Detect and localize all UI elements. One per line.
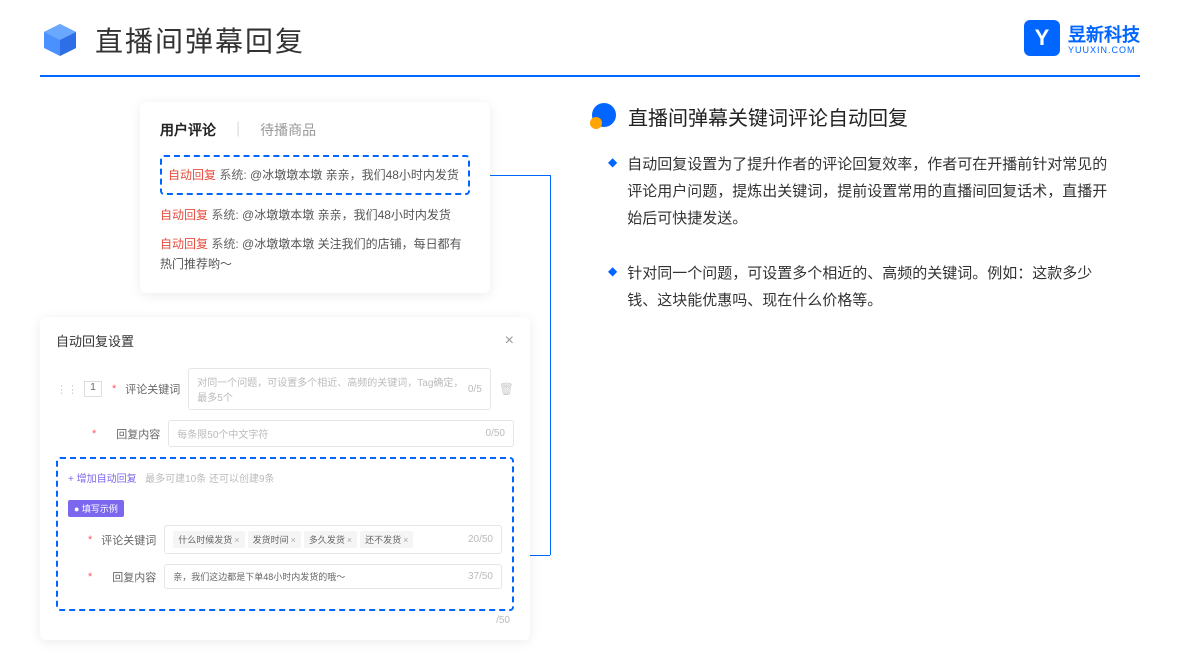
example-content-input[interactable]: 亲，我们这边都是下单48小时内发货的哦～ 37/50 xyxy=(164,564,502,589)
section-title: 直播间弹幕关键词评论自动回复 xyxy=(590,102,1110,131)
brand-logo: Y 昱新科技 YUUXIN.COM xyxy=(1024,20,1140,56)
keyword-input[interactable]: 对同一个问题，可设置多个相近、高频的关键词，Tag确定，最多5个 0/5 xyxy=(188,368,490,410)
diamond-icon: ◆ xyxy=(608,264,617,314)
auto-reply-tag: 自动回复 xyxy=(160,208,208,222)
content-input[interactable]: 每条限50个中文字符 0/50 xyxy=(168,420,514,447)
add-auto-reply-link[interactable]: + 增加自动回复 xyxy=(68,470,137,485)
comment-line: 自动回复 系统: @冰墩墩本墩 亲亲，我们48小时内发货 xyxy=(168,165,462,185)
highlighted-auto-reply: 自动回复 系统: @冰墩墩本墩 亲亲，我们48小时内发货 xyxy=(160,155,470,195)
brand-name: 昱新科技 xyxy=(1068,25,1140,45)
content-row: * 回复内容 每条限50个中文字符 0/50 xyxy=(56,420,514,447)
tab-user-comments[interactable]: 用户评论 xyxy=(160,120,216,140)
comment-panel: 用户评论 | 待播商品 自动回复 系统: @冰墩墩本墩 亲亲，我们48小时内发货… xyxy=(140,102,490,293)
brand-icon: Y xyxy=(1024,20,1060,56)
section-icon xyxy=(590,103,618,131)
tag-chip[interactable]: 什么时候发货× xyxy=(173,531,244,548)
comment-line: 自动回复 系统: @冰墩墩本墩 关注我们的店铺，每日都有热门推荐哟～ xyxy=(160,234,470,275)
auto-reply-tag: 自动回复 xyxy=(160,237,208,251)
tag-chip[interactable]: 发货时间× xyxy=(248,531,301,548)
settings-title: 自动回复设置 xyxy=(56,331,134,350)
right-panel: 直播间弹幕关键词评论自动回复 ◆ 自动回复设置为了提升作者的评论回复效率，作者可… xyxy=(550,102,1110,342)
connector-line xyxy=(490,175,550,176)
brand-url: YUUXIN.COM xyxy=(1068,45,1140,55)
tab-pending-products[interactable]: 待播商品 xyxy=(260,120,316,140)
left-panel: 用户评论 | 待播商品 自动回复 系统: @冰墩墩本墩 亲亲，我们48小时内发货… xyxy=(40,102,550,342)
delete-icon[interactable]: 🗑 xyxy=(499,382,514,396)
comment-tabs: 用户评论 | 待播商品 xyxy=(160,120,470,140)
tag-chip[interactable]: 多久发货× xyxy=(304,531,357,548)
content-label: 回复内容 xyxy=(100,426,160,442)
drag-icon[interactable]: ⋮⋮ xyxy=(56,383,78,396)
page-header: 直播间弹幕回复 xyxy=(0,0,1180,75)
keyword-row: ⋮⋮ 1 * 评论关键词 对同一个问题，可设置多个相近、高频的关键词，Tag确定… xyxy=(56,368,514,410)
auto-reply-settings-panel: 自动回复设置 × ⋮⋮ 1 * 评论关键词 对同一个问题，可设置多个相近、高频的… xyxy=(40,317,530,640)
example-section: + 增加自动回复 最多可建10条 还可以创建9条 ● 填写示例 * 评论关键词 … xyxy=(56,457,514,611)
example-badge: ● 填写示例 xyxy=(68,500,124,517)
cube-icon xyxy=(40,20,80,60)
header-divider xyxy=(40,75,1140,77)
example-keyword-row: * 评论关键词 什么时候发货× 发货时间× 多久发货× 还不发货× 20/50 xyxy=(68,525,502,554)
bullet-item: ◆ 针对同一个问题，可设置多个相近的、高频的关键词。例如：这款多少钱、这块能优惠… xyxy=(590,260,1110,314)
comment-line: 自动回复 系统: @冰墩墩本墩 亲亲，我们48小时内发货 xyxy=(160,205,470,225)
close-icon[interactable]: × xyxy=(505,332,514,350)
example-keyword-input[interactable]: 什么时候发货× 发货时间× 多久发货× 还不发货× 20/50 xyxy=(164,525,502,554)
tag-chip[interactable]: 还不发货× xyxy=(360,531,413,548)
row-number: 1 xyxy=(84,381,102,397)
footer-count: /50 xyxy=(56,615,514,626)
bullet-item: ◆ 自动回复设置为了提升作者的评论回复效率，作者可在开播前针对常见的评论用户问题… xyxy=(590,151,1110,232)
example-content-row: * 回复内容 亲，我们这边都是下单48小时内发货的哦～ 37/50 xyxy=(68,564,502,589)
auto-reply-tag: 自动回复 xyxy=(168,168,216,182)
page-title: 直播间弹幕回复 xyxy=(95,20,305,60)
diamond-icon: ◆ xyxy=(608,155,617,232)
keyword-label: 评论关键词 xyxy=(120,381,180,397)
